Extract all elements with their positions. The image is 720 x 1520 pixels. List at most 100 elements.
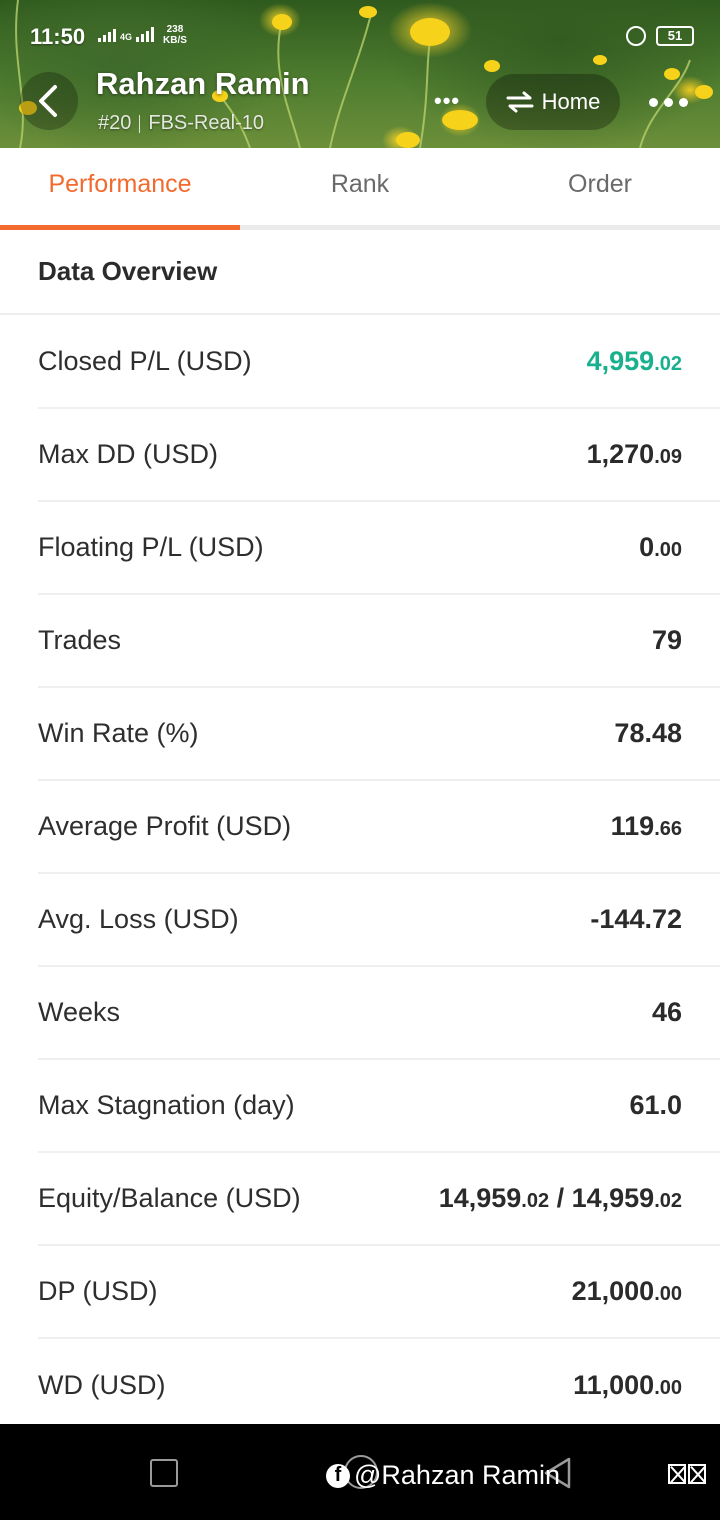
value-integer: 1,270 [586, 439, 655, 469]
list-item: Equity/Balance (USD) 14,959.02 / 14,959.… [38, 1153, 720, 1246]
list-item: Closed P/L (USD) 4,959.02 [38, 316, 720, 409]
list-item: Max Stagnation (day) 61.0 [38, 1060, 720, 1153]
value-integer: 79 [651, 625, 682, 655]
row-value: 1,270.09 [587, 439, 682, 470]
value-integer: 78.48 [614, 718, 682, 748]
row-label: Trades [38, 625, 122, 655]
recents-button[interactable] [150, 1459, 178, 1487]
row-value: 14,959.02 / 14,959.02 [439, 1183, 682, 1214]
row-label: WD (USD) [38, 1370, 166, 1400]
row-label: Closed P/L (USD) [38, 346, 252, 376]
swap-arrows-icon [506, 91, 534, 113]
value-decimal: .09 [654, 446, 682, 468]
value-integer: 119 [610, 811, 655, 841]
list-item: Avg. Loss (USD) -144.72 [38, 874, 720, 967]
more-dot-icon [648, 97, 658, 107]
value-secondary-decimal: .02 [654, 1190, 682, 1212]
row-label: Win Rate (%) [38, 718, 199, 748]
value-decimal: .00 [654, 1377, 682, 1399]
list-item: WD (USD) 11,000.00 [38, 1339, 720, 1432]
row-label: DP (USD) [38, 1276, 158, 1306]
signal-icon-2 [136, 26, 155, 42]
value-integer: 14,959 [438, 1183, 522, 1213]
tab-order[interactable]: Order [480, 148, 720, 225]
list-item: Average Profit (USD) 119.66 [38, 781, 720, 874]
network-type-label: 4G [120, 32, 133, 42]
row-label: Avg. Loss (USD) [38, 904, 239, 934]
system-navigation-bar: f @Rahzan Ramin [0, 1424, 720, 1520]
missing-glyph-icon [668, 1464, 706, 1484]
divider [0, 313, 720, 315]
trader-account: FBS-Real-10 [148, 112, 264, 134]
trader-subtitle: #20 FBS-Real-10 [98, 112, 264, 135]
value-decimal: .02 [654, 353, 682, 375]
loading-dots-icon: ••• [434, 88, 461, 113]
value-decimal: .02 [521, 1190, 550, 1212]
missing-glyph-box-icon [688, 1464, 706, 1484]
value-integer: 11,000 [573, 1370, 655, 1400]
network-speed: 238 KB/S [163, 24, 187, 46]
row-label: Max Stagnation (day) [38, 1090, 295, 1120]
row-label: Max DD (USD) [38, 439, 218, 469]
tab-performance[interactable]: Performance [0, 148, 240, 230]
row-value: -144.72 [590, 904, 682, 935]
row-value: 11,000.00 [573, 1370, 682, 1401]
value-integer: 21,000 [571, 1276, 655, 1306]
subtitle-divider [139, 114, 141, 133]
row-label: Floating P/L (USD) [38, 532, 264, 562]
row-label: Weeks [38, 997, 121, 1027]
list-item: Win Rate (%) 78.48 [38, 688, 720, 781]
more-dot-icon [663, 97, 673, 107]
value-secondary-integer: / 14,959 [549, 1183, 655, 1213]
value-integer: -144.72 [590, 904, 682, 934]
list-item: Floating P/L (USD) 0.00 [38, 502, 720, 595]
trader-name: Rahzan Ramin [96, 66, 310, 101]
more-options-button[interactable] [636, 74, 700, 130]
row-value: 119.66 [611, 811, 682, 842]
facebook-icon: f [326, 1463, 350, 1488]
row-value: 0.00 [639, 532, 682, 563]
status-right: 51 [626, 26, 694, 46]
missing-glyph-box-icon [668, 1464, 686, 1484]
network-speed-value: 238 [166, 24, 184, 35]
row-value: 21,000.00 [572, 1276, 682, 1307]
row-value: 4,959.02 [587, 346, 682, 377]
signal-icons: 4G [98, 26, 155, 42]
list-item: Trades 79 [38, 595, 720, 688]
value-integer: 0 [639, 532, 655, 562]
chevron-left-icon [39, 85, 57, 117]
value-decimal: .00 [654, 539, 682, 561]
row-value: 61.0 [629, 1090, 682, 1121]
status-time: 11:50 [30, 24, 86, 49]
row-value: 46 [652, 997, 682, 1028]
trader-rank: #20 [98, 112, 132, 134]
network-speed-unit: KB/S [163, 35, 187, 46]
row-label: Equity/Balance (USD) [38, 1183, 301, 1213]
value-decimal: .66 [654, 818, 682, 840]
section-title: Data Overview [38, 256, 218, 286]
value-integer: 61.0 [629, 1090, 682, 1120]
signal-icon [98, 26, 116, 42]
row-label: Average Profit (USD) [38, 811, 292, 841]
tab-rank[interactable]: Rank [240, 148, 480, 225]
back-button[interactable] [20, 72, 78, 130]
watermark-text: @Rahzan Ramin [354, 1460, 560, 1490]
list-item: Max DD (USD) 1,270.09 [38, 409, 720, 502]
profile-header: 11:50 4G 238 KB/S 51 Rahzan Ramin #20 FB… [0, 0, 720, 148]
status-bar: 11:50 4G 238 KB/S 51 [0, 18, 720, 58]
home-button[interactable]: Home [486, 74, 620, 130]
home-label: Home [541, 89, 601, 114]
row-value: 78.48 [614, 718, 682, 749]
value-integer: 46 [651, 997, 682, 1027]
battery-icon: 51 [656, 26, 694, 46]
tab-bar: Performance Rank Order [0, 148, 720, 230]
value-integer: 4,959 [586, 346, 655, 376]
list-item: Weeks 46 [38, 967, 720, 1060]
value-decimal: .00 [654, 1283, 682, 1305]
rotation-lock-icon [626, 26, 646, 46]
list-item: DP (USD) 21,000.00 [38, 1246, 720, 1339]
data-overview-list: Closed P/L (USD) 4,959.02 Max DD (USD) 1… [0, 316, 720, 1432]
row-value: 79 [652, 625, 682, 656]
more-dot-icon [678, 97, 688, 107]
watermark: f @Rahzan Ramin [326, 1460, 560, 1491]
